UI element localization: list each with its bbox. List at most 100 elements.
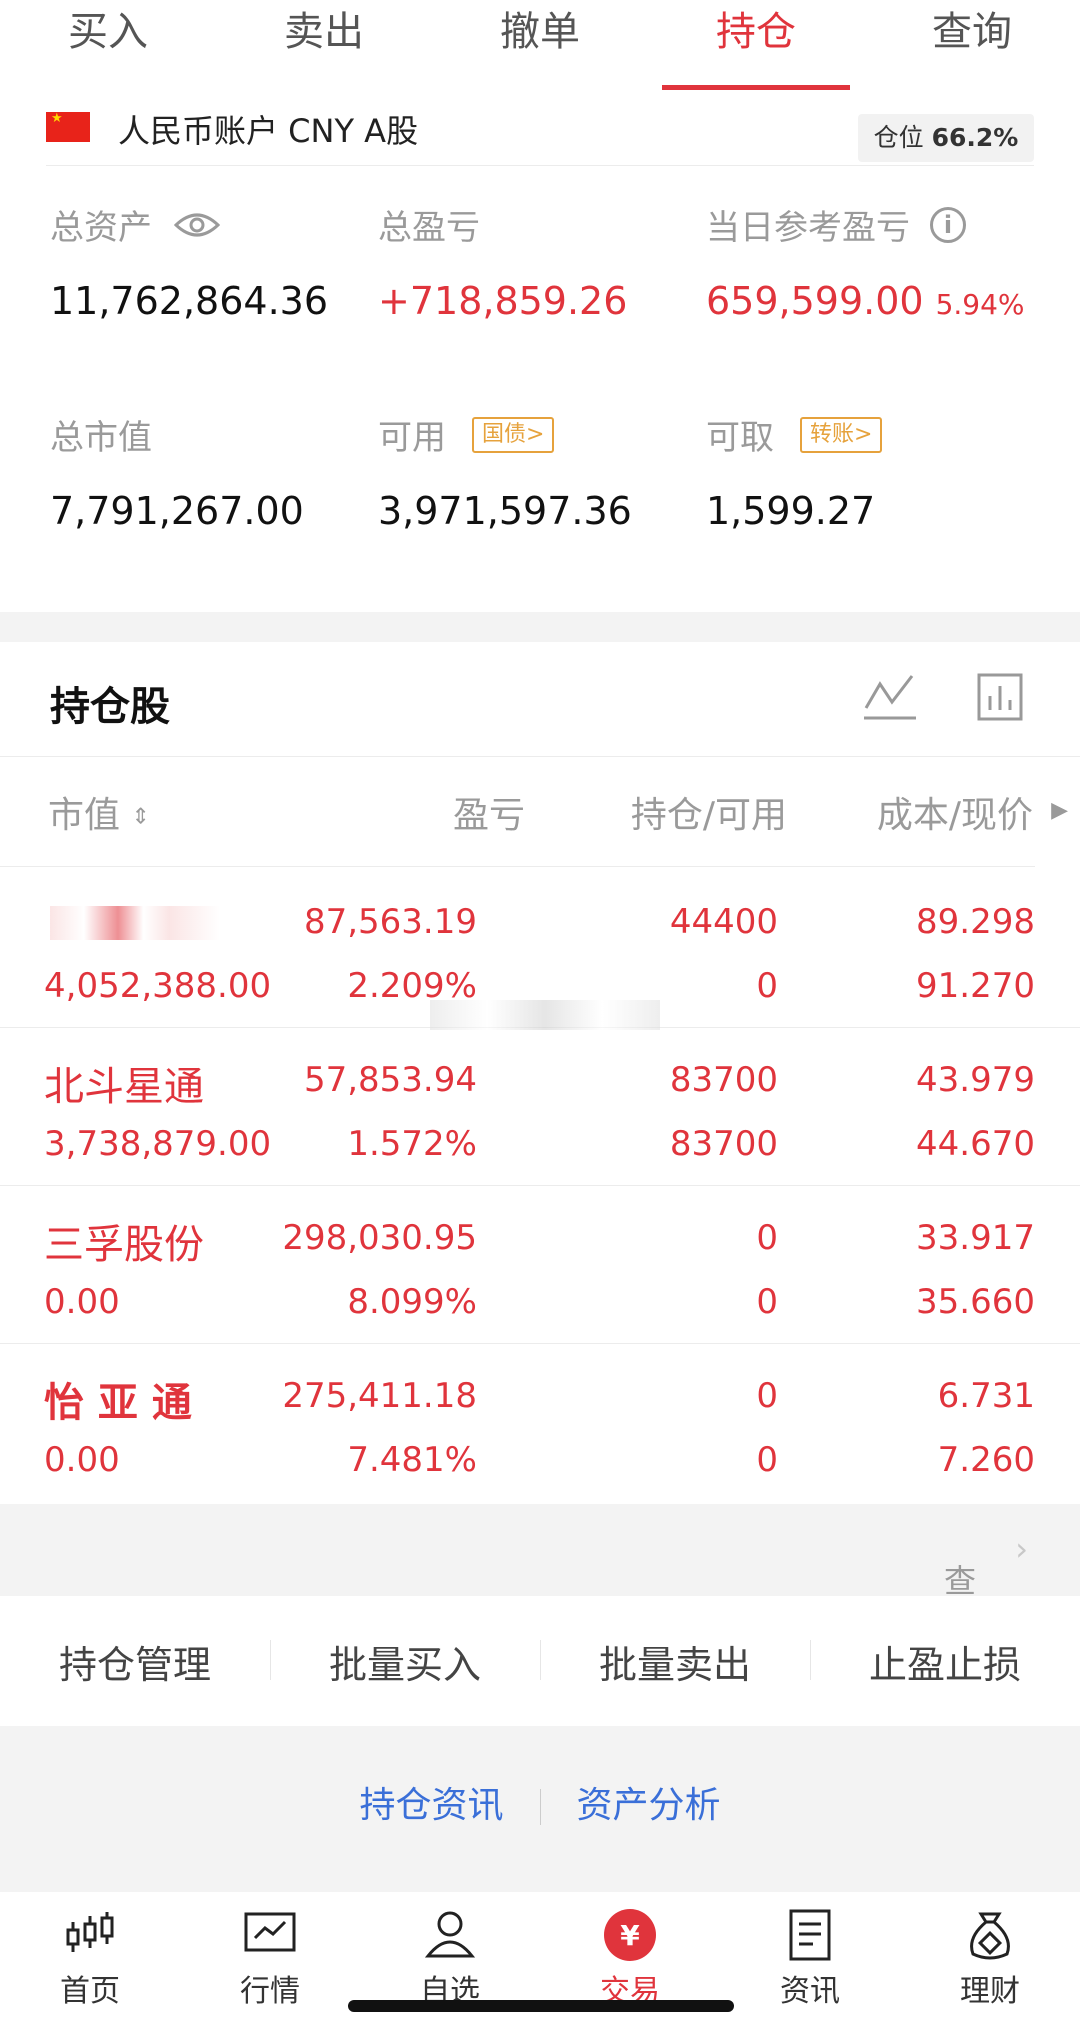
table-row[interactable]: 怡 亚 通 0.00 275,411.18 7.481% 0 0 6.731 7…: [0, 1344, 1080, 1502]
bar-chart-icon[interactable]: [976, 672, 1024, 722]
column-position: 持仓/可用: [630, 795, 787, 836]
money-bag-icon: [970, 1912, 1010, 1960]
chevron-right-icon[interactable]: ▶: [1051, 798, 1068, 823]
nav-finance[interactable]: 理财: [900, 1892, 1080, 2031]
redacted-stock-name: [50, 906, 220, 940]
stock-available: 0: [756, 966, 778, 1006]
total-pl-value: +718,859.26: [378, 279, 628, 323]
daily-pl-pct: 5.94%: [935, 288, 1025, 321]
position-ratio-badge: 仓位 66.2%: [858, 114, 1034, 162]
total-assets-cell: 总资产 11,762,864.36: [50, 200, 328, 323]
stock-pl-pct: 7.481%: [347, 1440, 477, 1480]
stock-price: 7.260: [937, 1440, 1035, 1480]
stock-position: 83700: [669, 1060, 778, 1100]
svg-text:¥: ¥: [620, 1919, 640, 1952]
person-icon: [424, 1911, 476, 1958]
divider: [0, 866, 1035, 867]
tab-buy[interactable]: 买入: [0, 0, 216, 92]
account-label: 人民币账户 CNY A股: [118, 112, 419, 150]
total-assets-label: 总资产: [50, 208, 152, 248]
table-row[interactable]: 北斗星通 3,738,879.00 57,853.94 1.572% 83700…: [0, 1028, 1080, 1186]
stock-cost: 6.731: [937, 1376, 1035, 1416]
daily-pl-value: 659,599.00: [706, 279, 924, 323]
stock-cost: 33.917: [916, 1218, 1035, 1258]
nav-home-label: 首页: [60, 1974, 120, 2009]
stock-position: 0: [756, 1218, 778, 1258]
nav-market[interactable]: 行情: [180, 1892, 360, 2031]
account-row: 人民币账户 CNY A股 仓位 66.2%: [46, 100, 1034, 166]
stock-pl: 57,853.94: [303, 1060, 477, 1100]
stock-pl: 275,411.18: [282, 1376, 477, 1416]
daily-pl-cell: 当日参考盈亏 i 659,599.00 5.94%: [706, 200, 1025, 323]
column-market-value[interactable]: 市值 ⇕: [48, 786, 150, 838]
stock-available: 0: [756, 1440, 778, 1480]
tab-holdings[interactable]: 持仓: [648, 0, 864, 92]
stock-pl: 87,563.19: [303, 902, 477, 942]
china-flag-icon: [46, 112, 90, 142]
stock-pl: 298,030.95: [282, 1218, 477, 1258]
column-pl: 盈亏: [452, 795, 525, 836]
holdings-title: 持仓股: [50, 684, 170, 730]
candlestick-icon: [66, 1912, 114, 1952]
market-value-label: 总市值: [50, 418, 152, 458]
market-value-cell: 总市值 7,791,267.00: [50, 410, 304, 533]
position-value: 66.2%: [931, 123, 1019, 152]
stop-profit-loss-button[interactable]: 止盈止损: [810, 1634, 1080, 1689]
asset-analysis-link[interactable]: 资产分析: [541, 1776, 757, 1828]
available-value: 3,971,597.36: [378, 489, 632, 533]
holding-actions: 持仓管理 批量买入 批量卖出 止盈止损: [0, 1596, 1080, 1726]
treasury-bond-button[interactable]: 国债>: [472, 416, 555, 453]
available-cell: 可用 国债> 3,971,597.36: [378, 410, 632, 533]
stock-price: 35.660: [916, 1282, 1035, 1322]
stock-price: 44.670: [916, 1124, 1035, 1164]
table-row[interactable]: 三孚股份 0.00 298,030.95 8.099% 0 0 33.917 3…: [0, 1186, 1080, 1344]
stock-name: 三孚股份: [44, 1222, 204, 1268]
nav-news-label: 资讯: [780, 1974, 840, 2009]
stock-available: 83700: [669, 1124, 778, 1164]
nav-home[interactable]: 首页: [0, 1892, 180, 2031]
market-value-value: 7,791,267.00: [50, 489, 304, 533]
stock-name: 北斗星通: [44, 1064, 204, 1110]
tab-sell[interactable]: 卖出: [216, 0, 432, 92]
holding-news-link[interactable]: 持仓资讯: [323, 1776, 539, 1828]
stock-cost: 43.979: [916, 1060, 1035, 1100]
yuan-icon: ¥: [604, 1909, 656, 1961]
stock-position: 44400: [669, 902, 778, 942]
withdrawable-cell: 可取 转账> 1,599.27: [706, 410, 883, 533]
daily-pl-label: 当日参考盈亏: [706, 208, 910, 248]
total-pl-label: 总盈亏: [378, 208, 480, 248]
stock-cost: 89.298: [916, 902, 1035, 942]
batch-buy-button[interactable]: 批量买入: [270, 1634, 540, 1689]
transfer-button[interactable]: 转账>: [800, 416, 883, 453]
stock-market-value: 0.00: [44, 1282, 120, 1322]
chevron-right-icon: ›: [1015, 1530, 1028, 1568]
info-links: 持仓资讯 资产分析: [0, 1776, 1080, 1828]
manage-holdings-button[interactable]: 持仓管理: [0, 1634, 270, 1689]
info-icon[interactable]: i: [930, 206, 966, 243]
stock-price: 91.270: [916, 966, 1035, 1006]
tab-cancel-order[interactable]: 撤单: [432, 0, 648, 92]
redacted-overlay: [430, 1000, 660, 1030]
divider: [0, 756, 1080, 757]
line-chart-icon[interactable]: [862, 672, 918, 722]
stock-pl-pct: 1.572%: [347, 1124, 477, 1164]
batch-sell-button[interactable]: 批量卖出: [540, 1634, 810, 1689]
cleared-stocks-link[interactable]: 查看已清仓股票 ›: [0, 1504, 1080, 1876]
nav-news[interactable]: 资讯: [720, 1892, 900, 2031]
stock-market-value: 3,738,879.00: [44, 1124, 272, 1164]
total-assets-value: 11,762,864.36: [50, 279, 329, 323]
eye-icon[interactable]: [174, 211, 220, 239]
nav-market-label: 行情: [240, 1974, 300, 2009]
document-icon: [789, 1909, 831, 1961]
section-gap: [0, 612, 1080, 642]
sort-icon[interactable]: ⇕: [131, 805, 149, 830]
stock-market-value: 0.00: [44, 1440, 120, 1480]
column-cost-price: 成本/现价: [876, 795, 1033, 836]
withdrawable-label: 可取: [706, 418, 774, 458]
stock-name: 怡 亚 通: [44, 1380, 192, 1426]
top-tab-bar: 买入 卖出 撤单 持仓 查询: [0, 0, 1080, 92]
stock-pl-pct: 8.099%: [347, 1282, 477, 1322]
tab-query[interactable]: 查询: [864, 0, 1080, 92]
column-market-value-label: 市值: [48, 795, 121, 836]
withdrawable-value: 1,599.27: [706, 489, 876, 533]
